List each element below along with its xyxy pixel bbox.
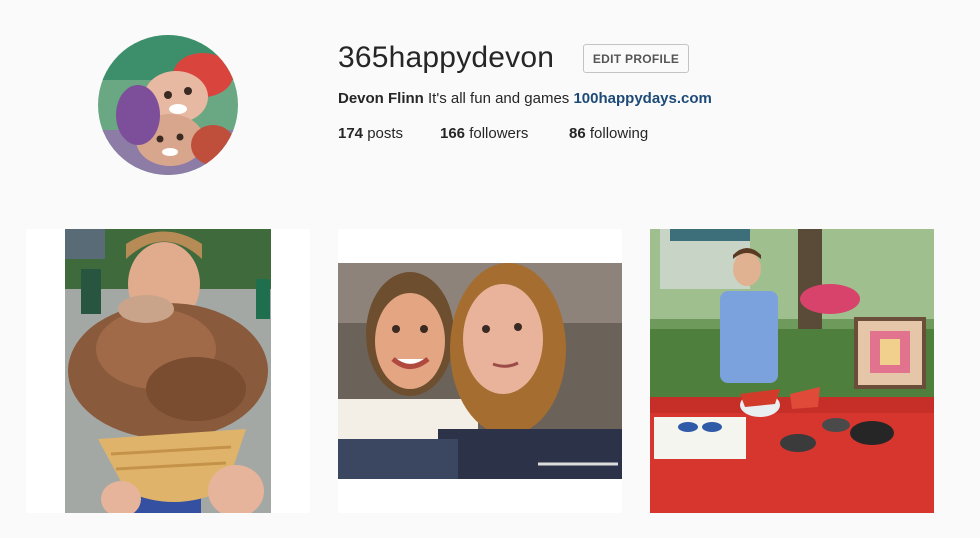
photo-tile-ice-cream[interactable] [26, 229, 310, 513]
profile-full-name: Devon Flinn [338, 90, 424, 107]
profile-bio: Devon Flinn It's all fun and games 100ha… [338, 90, 712, 108]
following-stat[interactable]: 86 following [569, 125, 648, 143]
following-label: following [589, 125, 649, 142]
profile-website-link[interactable]: 100happydays.com [573, 90, 711, 107]
profile-bio-text: It's all fun and games [428, 90, 570, 107]
followers-stat[interactable]: 166 followers [440, 125, 528, 143]
posts-count: 174 [338, 125, 364, 142]
followers-count: 166 [440, 125, 466, 142]
profile-username: 365happydevon [338, 41, 555, 74]
edit-profile-button[interactable]: EDIT PROFILE [583, 44, 689, 73]
followers-label: followers [469, 125, 529, 142]
posts-stat: 174 posts [338, 125, 403, 143]
posts-label: posts [367, 125, 404, 142]
following-count: 86 [569, 125, 586, 142]
profile-avatar[interactable] [98, 35, 238, 175]
photo-tile-selfie[interactable] [338, 229, 622, 513]
photo-tile-party-table[interactable] [650, 229, 934, 513]
